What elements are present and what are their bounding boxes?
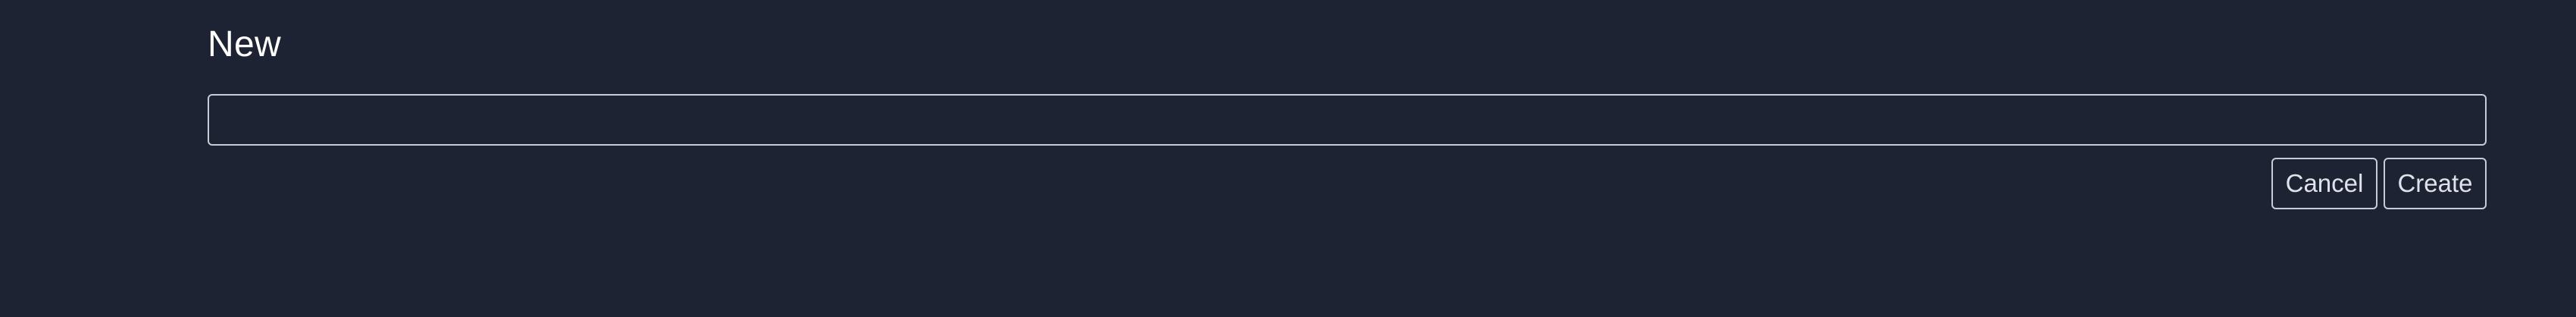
dialog-actions: Cancel Create	[2271, 158, 2487, 209]
create-button[interactable]: Create	[2384, 158, 2487, 209]
new-item-dialog: New Cancel Create	[208, 0, 2487, 317]
cancel-button[interactable]: Cancel	[2271, 158, 2377, 209]
name-input[interactable]	[208, 94, 2487, 146]
dialog-title: New	[208, 24, 281, 64]
